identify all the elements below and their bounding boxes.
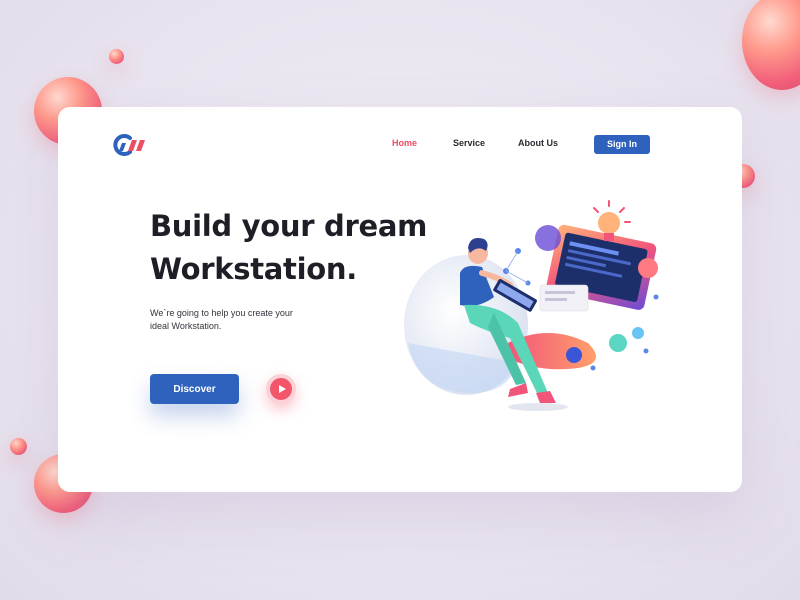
nav-service-link[interactable]: Service [453, 138, 485, 148]
landing-card: Home Service About Us Sign In Build your… [58, 107, 742, 492]
nav-about-link[interactable]: About Us [518, 138, 558, 148]
decorative-sphere [10, 438, 27, 455]
hero-subtext: We`re going to help you create your idea… [150, 307, 320, 333]
workstation-illustration-icon [404, 200, 659, 411]
nav-home-link[interactable]: Home [392, 138, 417, 148]
discover-button[interactable]: Discover [150, 374, 239, 404]
play-video-button[interactable] [266, 374, 296, 404]
subtext-line-1: We`re going to help you create your [150, 308, 293, 318]
subtext-line-2: ideal Workstation. [150, 321, 222, 331]
play-icon [279, 385, 286, 393]
decorative-sphere [742, 0, 800, 90]
sign-in-button[interactable]: Sign In [594, 135, 650, 154]
decorative-sphere [109, 49, 124, 64]
